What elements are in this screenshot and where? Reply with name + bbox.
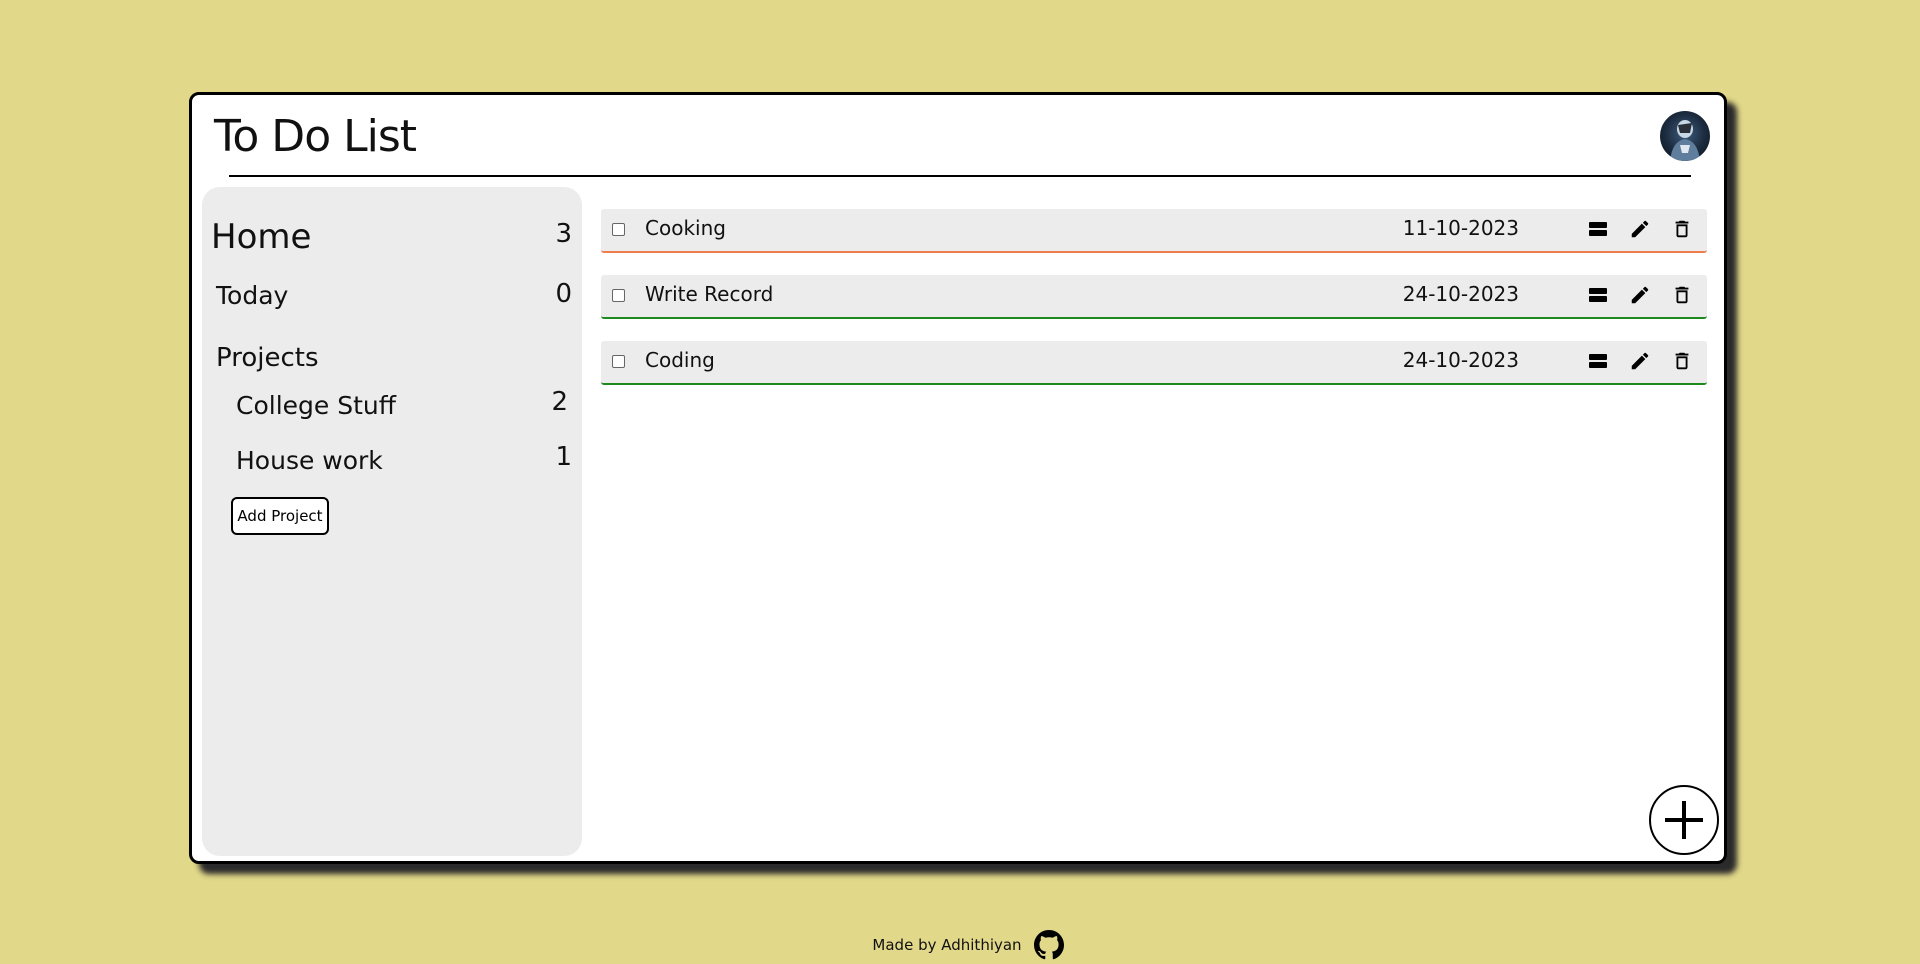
sidebar-item-count: 3 bbox=[555, 219, 572, 249]
sidebar-item-home[interactable]: Home 3 bbox=[202, 217, 572, 265]
task-checkbox[interactable] bbox=[612, 289, 625, 302]
sidebar-item-label: Home bbox=[211, 217, 312, 257]
details-icon[interactable] bbox=[1587, 284, 1609, 306]
task-title: Cooking bbox=[645, 216, 726, 240]
user-avatar[interactable] bbox=[1660, 111, 1710, 161]
task-checkbox[interactable] bbox=[612, 355, 625, 368]
footer: Made by Adhithiyan bbox=[0, 930, 1920, 960]
header-divider bbox=[229, 175, 1691, 177]
task-title: Coding bbox=[645, 348, 715, 372]
task-date: 24-10-2023 bbox=[1402, 282, 1519, 306]
pencil-icon[interactable] bbox=[1629, 284, 1651, 306]
trash-icon[interactable] bbox=[1671, 350, 1693, 372]
projects-heading: Projects bbox=[216, 343, 319, 373]
sidebar-item-college-stuff[interactable]: College Stuff 2 bbox=[202, 387, 572, 427]
task-item[interactable]: Coding 24-10-2023 bbox=[601, 341, 1707, 385]
details-icon[interactable] bbox=[1587, 350, 1609, 372]
github-icon[interactable] bbox=[1033, 930, 1064, 960]
trash-icon[interactable] bbox=[1671, 218, 1693, 240]
footer-credit: Made by Adhithiyan bbox=[872, 936, 1022, 954]
pencil-icon[interactable] bbox=[1629, 218, 1651, 240]
add-task-button[interactable] bbox=[1649, 785, 1719, 855]
sidebar-item-count: 0 bbox=[555, 279, 572, 309]
sidebar-item-label: House work bbox=[236, 446, 383, 475]
sidebar-item-count: 2 bbox=[551, 387, 568, 417]
app-title: To Do List bbox=[214, 111, 417, 162]
details-icon[interactable] bbox=[1587, 218, 1609, 240]
trash-icon[interactable] bbox=[1671, 284, 1693, 306]
task-title: Write Record bbox=[645, 282, 774, 306]
task-date: 24-10-2023 bbox=[1402, 348, 1519, 372]
app-window: To Do List Home 3 Today 0 Projects Colle… bbox=[189, 92, 1727, 864]
plus-icon bbox=[1665, 801, 1703, 839]
sidebar-item-label: College Stuff bbox=[236, 391, 396, 420]
sidebar-item-count: 1 bbox=[555, 442, 572, 472]
sidebar-item-today[interactable]: Today 0 bbox=[202, 279, 572, 317]
task-item[interactable]: Write Record 24-10-2023 bbox=[601, 275, 1707, 319]
task-checkbox[interactable] bbox=[612, 223, 625, 236]
add-project-button[interactable]: Add Project bbox=[231, 497, 329, 535]
pencil-icon[interactable] bbox=[1629, 350, 1651, 372]
sidebar: Home 3 Today 0 Projects College Stuff 2 … bbox=[202, 187, 582, 856]
task-date: 11-10-2023 bbox=[1402, 216, 1519, 240]
sidebar-item-label: Today bbox=[216, 281, 289, 310]
task-item[interactable]: Cooking 11-10-2023 bbox=[601, 209, 1707, 253]
sidebar-item-house-work[interactable]: House work 1 bbox=[202, 442, 572, 482]
